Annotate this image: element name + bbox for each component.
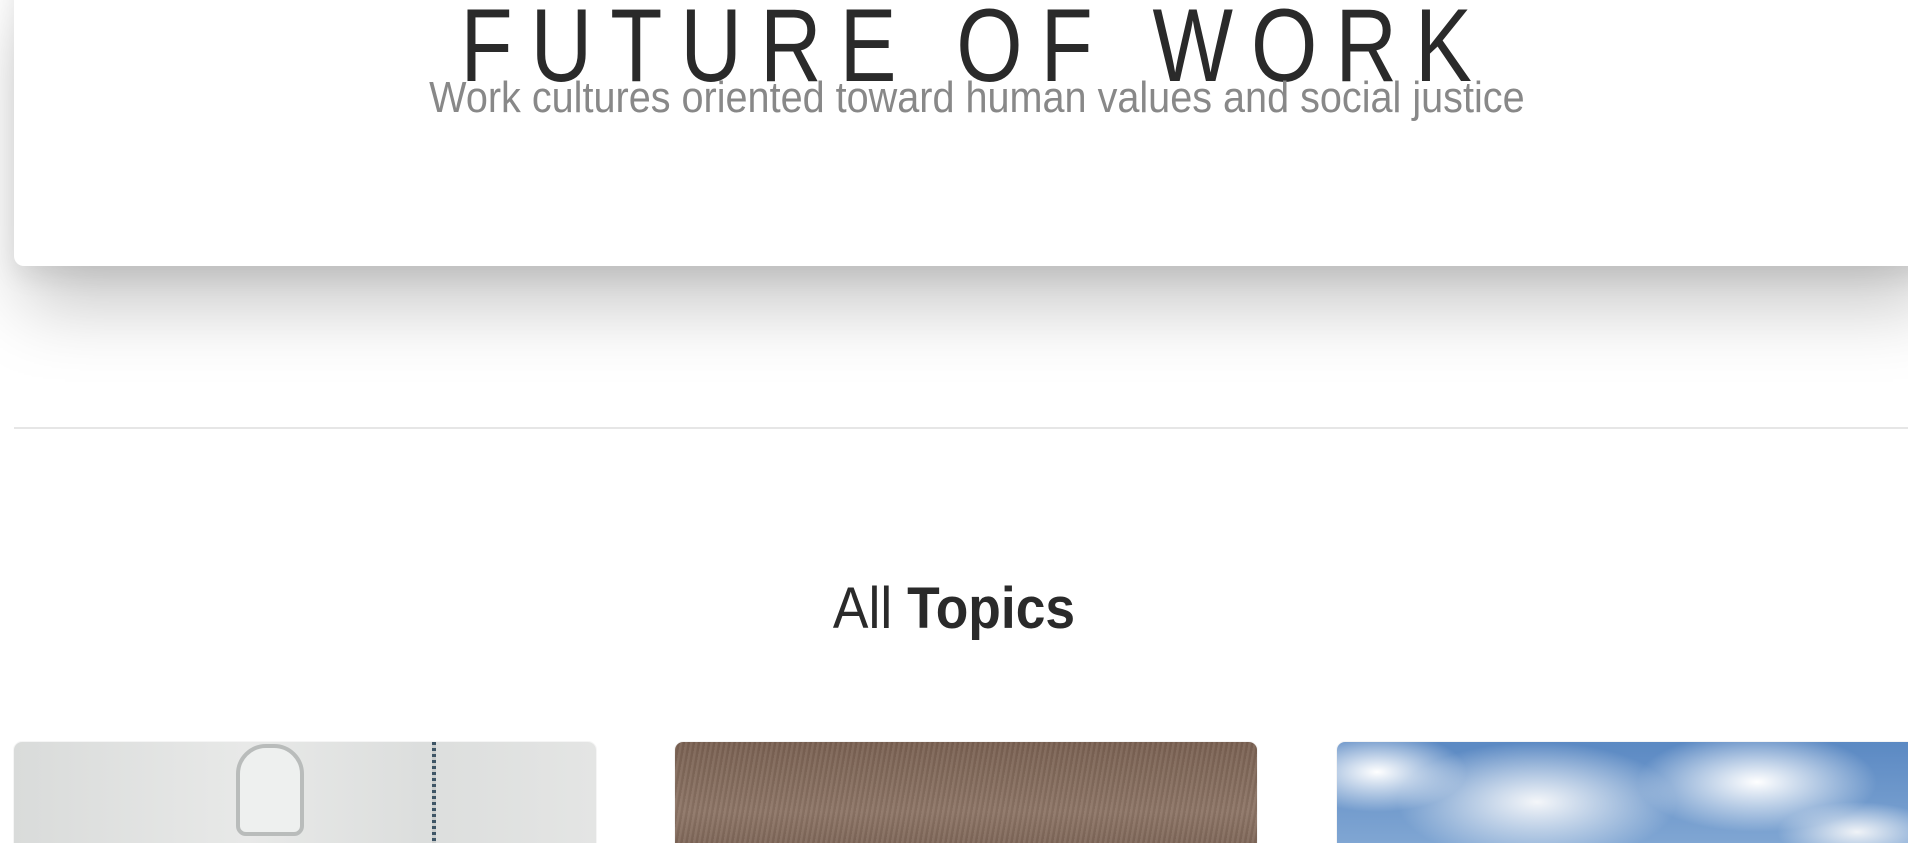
section-divider	[14, 427, 1908, 429]
all-topics-heading: All Topics	[76, 580, 1831, 638]
topic-card-2[interactable]	[675, 742, 1257, 843]
topic-card-1-image-detail	[432, 742, 436, 843]
hero-card: FUTURE OF WORK Work cultures oriented to…	[14, 0, 1908, 266]
topic-card-3[interactable]	[1337, 742, 1908, 843]
topic-card-1-image	[236, 744, 304, 836]
heading-bold-word: Topics	[907, 576, 1076, 641]
topic-card-2-image	[675, 742, 1257, 843]
heading-light-word: All	[832, 576, 893, 641]
page: FUTURE OF WORK Work cultures oriented to…	[0, 0, 1908, 843]
topic-card-3-image	[1337, 742, 1908, 843]
topic-card-1[interactable]	[14, 742, 596, 843]
hero-subtitle: Work cultures oriented toward human valu…	[429, 73, 1525, 122]
